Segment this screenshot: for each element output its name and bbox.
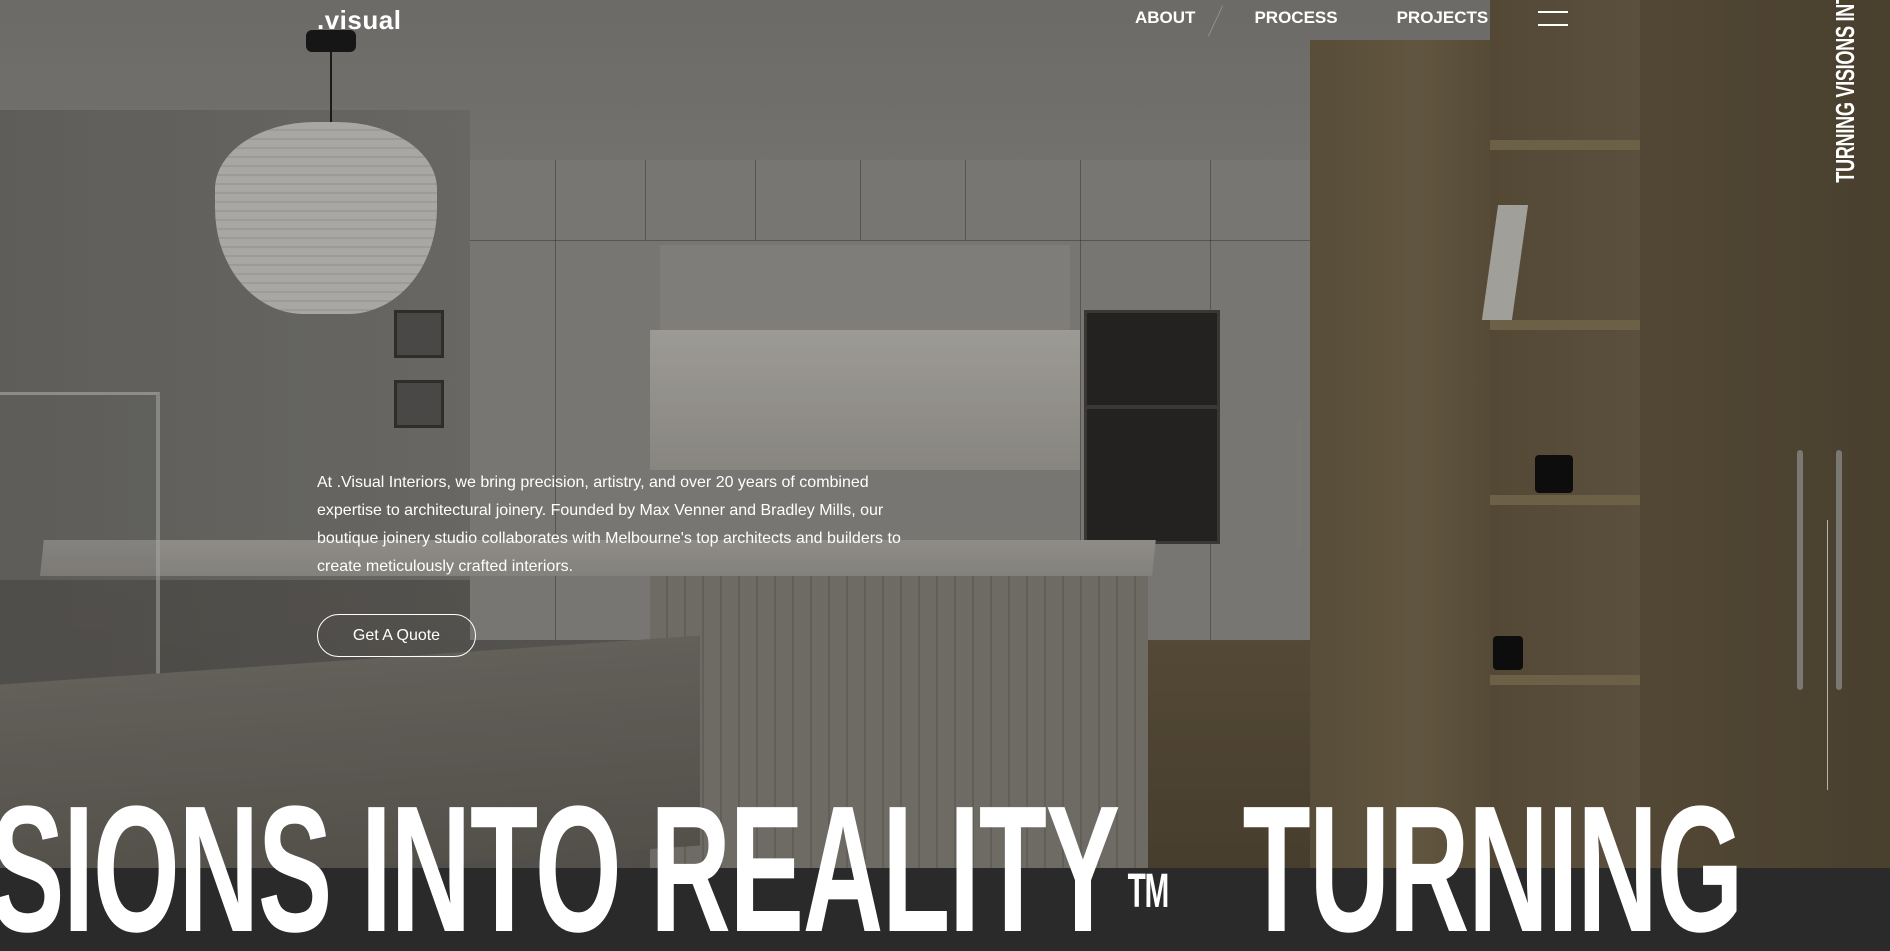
hamburger-line: [1538, 24, 1568, 26]
site-logo[interactable]: .visual: [317, 5, 401, 36]
vertical-divider-line: [1827, 520, 1828, 790]
hero-section: .visual ABOUT PROCESS PROJECTS At .Visua…: [0, 0, 1890, 951]
nav-link-projects[interactable]: PROJECTS: [1397, 8, 1489, 28]
hero-intro-text: At .Visual Interiors, we bring precision…: [317, 474, 901, 575]
nav-link-process[interactable]: PROCESS: [1254, 8, 1337, 28]
trademark-symbol: TM: [1127, 865, 1170, 918]
hamburger-line: [1538, 11, 1568, 13]
main-nav: ABOUT PROCESS PROJECTS: [1135, 8, 1547, 28]
marquee-headline: SIONS INTO REALITY TM TURNING: [0, 780, 1743, 951]
get-quote-button[interactable]: Get A Quote: [317, 614, 476, 657]
vertical-tagline: TURNING VISIONS INTO REALITY: [1830, 0, 1861, 183]
marquee-segment: SIONS INTO REALITY: [0, 769, 1120, 951]
nav-link-about[interactable]: ABOUT: [1135, 8, 1195, 28]
hamburger-icon[interactable]: [1538, 9, 1568, 27]
marquee-segment: TURNING: [1242, 769, 1744, 951]
